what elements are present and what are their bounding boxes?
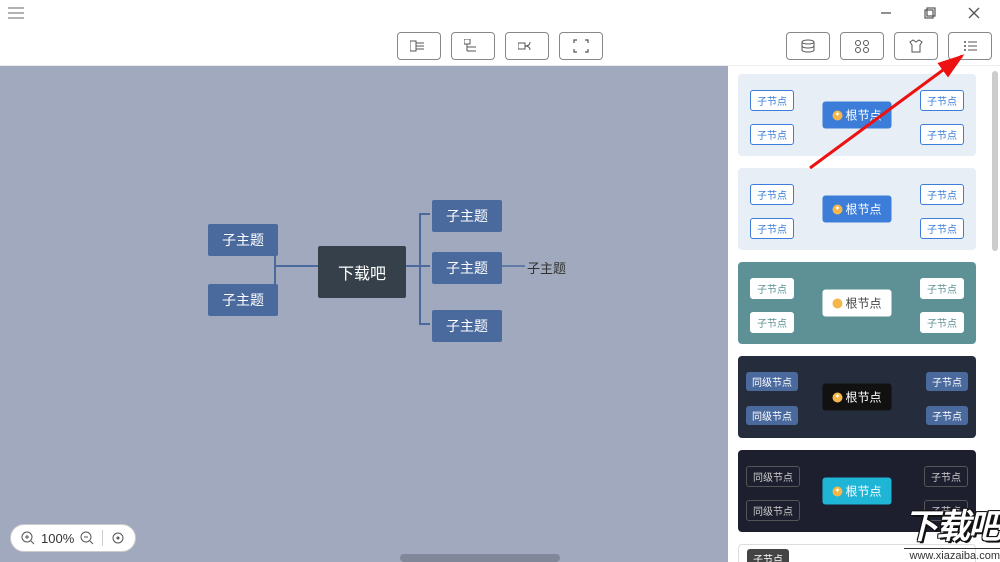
- theme-leaf: 子节点: [920, 124, 964, 145]
- maximize-button[interactable]: [908, 0, 952, 26]
- left-child-node[interactable]: 子主题: [208, 284, 278, 316]
- zoom-controls: 100%: [10, 524, 136, 552]
- mindmap-canvas[interactable]: 下载吧 子主题 子主题 子主题 子主题 子主题 子主题 100%: [0, 66, 728, 562]
- theme-thumbnail[interactable]: ✦根节点 同级节点 同级节点 子节点 子节点: [738, 356, 976, 438]
- theme-leaf: 子节点: [924, 466, 968, 487]
- grandchild-node[interactable]: 子主题: [527, 258, 566, 277]
- root-node[interactable]: 下载吧: [318, 246, 406, 298]
- theme-leaf: 同级节点: [746, 406, 798, 425]
- zoom-level: 100%: [41, 531, 74, 546]
- theme-thumbnail[interactable]: 根节点 子节点 子节点 子节点 子节点: [738, 262, 976, 344]
- theme-thumbnail[interactable]: ✦根节点 同级节点 同级节点 子节点 子节点: [738, 450, 976, 532]
- theme-root-label: 根节点: [845, 201, 881, 218]
- zoom-out-icon[interactable]: [80, 531, 94, 545]
- theme-thumbnail[interactable]: 子节点: [738, 544, 976, 562]
- theme-root-label: 根节点: [845, 107, 881, 124]
- zoom-in-icon[interactable]: [21, 531, 35, 545]
- theme-leaf: 子节点: [750, 90, 794, 111]
- theme-leaf: 子节点: [750, 312, 794, 333]
- theme-panel[interactable]: ✦根节点 子节点 子节点 子节点 子节点 ✦根节点 子节点 子节点 子节点 子节…: [728, 66, 1000, 562]
- hamburger-menu[interactable]: [4, 1, 28, 25]
- right-child-node[interactable]: 子主题: [432, 310, 502, 342]
- theme-leaf: 子节点: [750, 218, 794, 239]
- layout-button-3[interactable]: [505, 32, 549, 60]
- theme-leaf: 子节点: [747, 549, 789, 562]
- outline-button[interactable]: [948, 32, 992, 60]
- theme-root-label: 根节点: [845, 295, 881, 312]
- theme-leaf: 子节点: [920, 218, 964, 239]
- theme-leaf: 子节点: [920, 278, 964, 299]
- theme-leaf: 子节点: [750, 124, 794, 145]
- theme-root-label: 根节点: [845, 483, 881, 500]
- right-child-node[interactable]: 子主题: [432, 200, 502, 232]
- close-button[interactable]: [952, 0, 996, 26]
- theme-leaf: 同级节点: [746, 500, 800, 521]
- focus-button[interactable]: [559, 32, 603, 60]
- minimize-button[interactable]: [864, 0, 908, 26]
- vertical-scrollbar[interactable]: [992, 71, 998, 251]
- theme-thumbnail[interactable]: ✦根节点 子节点 子节点 子节点 子节点: [738, 168, 976, 250]
- theme-leaf: 子节点: [924, 500, 968, 521]
- theme-leaf: 子节点: [750, 184, 794, 205]
- locate-icon[interactable]: [111, 531, 125, 545]
- theme-leaf: 子节点: [920, 312, 964, 333]
- layout-button-1[interactable]: [397, 32, 441, 60]
- apps-button[interactable]: [840, 32, 884, 60]
- theme-leaf: 子节点: [920, 90, 964, 111]
- theme-leaf: 同级节点: [746, 372, 798, 391]
- left-child-node[interactable]: 子主题: [208, 224, 278, 256]
- layout-button-2[interactable]: [451, 32, 495, 60]
- theme-leaf: 子节点: [926, 372, 968, 391]
- theme-leaf: 子节点: [926, 406, 968, 425]
- theme-button[interactable]: [894, 32, 938, 60]
- theme-thumbnail[interactable]: ✦根节点 子节点 子节点 子节点 子节点: [738, 74, 976, 156]
- theme-leaf: 同级节点: [746, 466, 800, 487]
- horizontal-scrollbar[interactable]: [400, 554, 560, 562]
- right-child-node[interactable]: 子主题: [432, 252, 502, 284]
- database-button[interactable]: [786, 32, 830, 60]
- theme-root-label: 根节点: [845, 389, 881, 406]
- theme-leaf: 子节点: [750, 278, 794, 299]
- theme-leaf: 子节点: [920, 184, 964, 205]
